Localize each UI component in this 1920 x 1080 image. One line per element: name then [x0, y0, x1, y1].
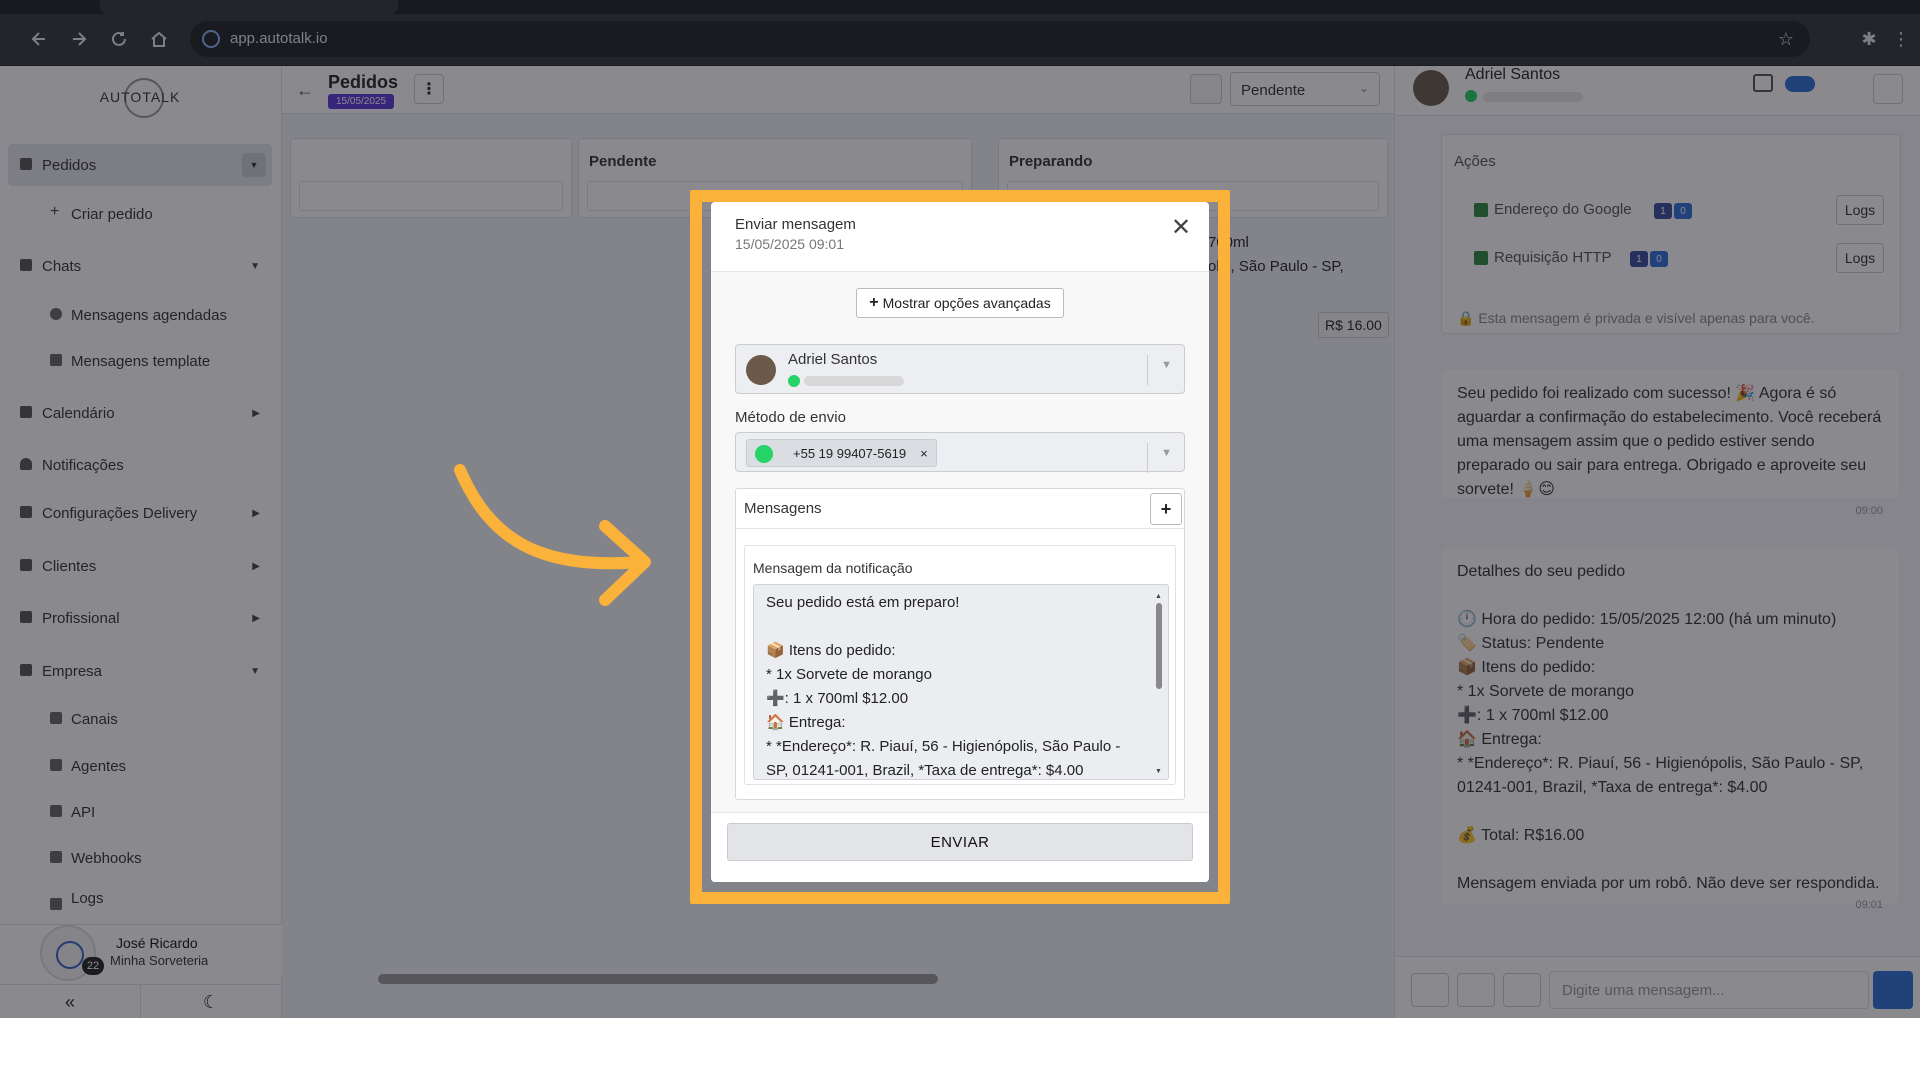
send-method-label: Método de envio: [735, 409, 846, 426]
screen: app.autotalk.io ☆ ✱ ⋮ AUTOTALK Pedidos ▼…: [0, 0, 1920, 1018]
scroll-down-icon[interactable]: ▼: [1155, 768, 1162, 775]
send-button[interactable]: ENVIAR: [727, 823, 1193, 861]
phone-number: +55 19 99407-5619: [793, 445, 907, 461]
whatsapp-icon: [755, 445, 773, 463]
messages-label: Mensagens: [744, 500, 822, 517]
contact-phone-blurred: [804, 376, 904, 386]
scrollbar-thumb[interactable]: [1156, 603, 1162, 689]
plus-icon: +: [869, 294, 879, 311]
contact-name: Adriel Santos: [788, 351, 878, 368]
modal-date: 15/05/2025 09:01: [735, 236, 844, 252]
select-divider: [1147, 355, 1148, 385]
send-method-select[interactable]: +55 19 99407-5619 × ▼: [735, 432, 1185, 473]
chevron-down-icon[interactable]: ▼: [1161, 447, 1172, 459]
textarea-scrollbar[interactable]: ▲ ▼: [1154, 593, 1164, 775]
scroll-up-icon[interactable]: ▲: [1155, 593, 1162, 600]
modal-footer: ENVIAR: [711, 812, 1209, 882]
annotation-arrow-icon: [454, 464, 651, 606]
notification-message-field: Mensagem da notificação Seu pedido está …: [744, 545, 1176, 785]
modal-title: Enviar mensagem: [735, 216, 856, 233]
advanced-options-button[interactable]: + Mostrar opções avançadas: [856, 288, 1064, 318]
notification-textarea[interactable]: Seu pedido está em preparo! 📦 Itens do p…: [753, 584, 1169, 780]
modal-body: + Mostrar opções avançadas Adriel Santos …: [711, 272, 1209, 812]
add-message-button[interactable]: +: [1150, 493, 1182, 525]
messages-header: Mensagens +: [736, 489, 1184, 529]
remove-chip-icon[interactable]: ×: [920, 446, 928, 461]
whatsapp-icon: [788, 375, 800, 387]
chevron-down-icon[interactable]: ▼: [1161, 359, 1172, 371]
close-icon[interactable]: ✕: [1171, 216, 1191, 240]
send-method-chip: +55 19 99407-5619 ×: [746, 439, 937, 467]
advanced-options-label: Mostrar opções avançadas: [882, 295, 1051, 311]
notification-label: Mensagem da notificação: [753, 560, 913, 576]
select-divider: [1147, 443, 1148, 473]
contact-select[interactable]: Adriel Santos ▼: [735, 344, 1185, 394]
contact-avatar: [746, 355, 776, 385]
notification-text: Seu pedido está em preparo! 📦 Itens do p…: [766, 594, 1121, 779]
modal-header: Enviar mensagem 15/05/2025 09:01 ✕: [711, 202, 1209, 272]
send-message-modal: Enviar mensagem 15/05/2025 09:01 ✕ + Most…: [711, 202, 1209, 882]
messages-section: Mensagens + Mensagem da notificação Seu …: [735, 488, 1185, 800]
